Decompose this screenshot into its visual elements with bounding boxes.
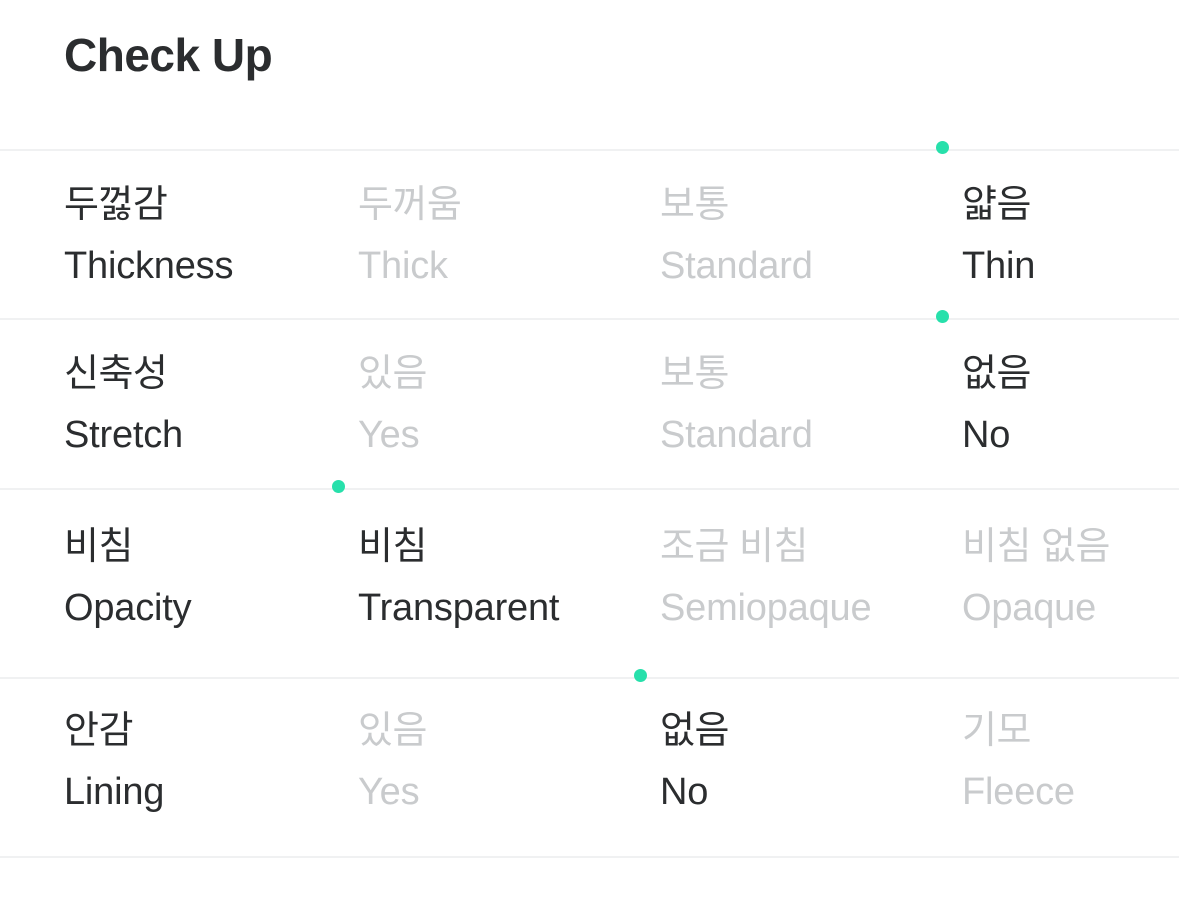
selected-dot-icon bbox=[634, 669, 647, 682]
option-cell[interactable]: 비침 없음 Opaque bbox=[962, 490, 1110, 627]
option-label-ko: 있음 bbox=[358, 353, 427, 395]
option-label-en: Semiopaque bbox=[660, 587, 872, 629]
option-label-en: No bbox=[660, 771, 709, 813]
option-label-ko: 비침 bbox=[358, 526, 427, 568]
option-cell[interactable]: 조금 비침 Semiopaque bbox=[660, 490, 872, 629]
table-row: 두껋감 Thickness 두꺼움 Thick 보통 Standard 얇음 T… bbox=[0, 141, 1179, 320]
check-up-table: 두껋감 Thickness 두꺼움 Thick 보통 Standard 얇음 T… bbox=[0, 141, 1179, 858]
option-cell[interactable]: 보통 Standard bbox=[660, 320, 813, 454]
selected-dot-icon bbox=[936, 141, 949, 154]
row-label-en: Stretch bbox=[64, 414, 183, 456]
page-title: Check Up bbox=[64, 29, 273, 81]
row-label-ko: 안감 bbox=[64, 710, 133, 752]
row-label-en: Thickness bbox=[64, 245, 234, 287]
option-cell[interactable]: 보통 Standard bbox=[660, 151, 813, 285]
row-label-en: Opacity bbox=[64, 587, 192, 629]
selected-dot-icon bbox=[332, 480, 345, 493]
row-label: 두껋감 Thickness bbox=[64, 151, 233, 285]
option-label-en: Standard bbox=[660, 245, 813, 287]
row-label-ko: 신축성 bbox=[64, 353, 168, 395]
option-label-ko: 보통 bbox=[660, 184, 729, 226]
option-label-ko: 비침 없음 bbox=[962, 526, 1110, 568]
option-label-en: No bbox=[962, 414, 1011, 456]
option-label-ko: 없음 bbox=[962, 353, 1031, 395]
option-cell-selected[interactable]: 얇음 Thin bbox=[936, 141, 1036, 287]
table-row: 안감 Lining 있음 Yes 없음 No 기모 Fleece bbox=[0, 669, 1179, 858]
option-cell-selected[interactable]: 없음 No bbox=[634, 669, 729, 813]
table-row: 비침 Opacity 비침 Transparent 조금 비침 Semiopaq… bbox=[0, 480, 1179, 679]
option-label-en: Standard bbox=[660, 414, 813, 456]
option-cell[interactable]: 기모 Fleece bbox=[962, 679, 1075, 811]
option-label-en: Fleece bbox=[962, 771, 1075, 813]
option-cell[interactable]: 두꺼움 Thick bbox=[358, 151, 462, 287]
row-label-en: Lining bbox=[64, 771, 165, 813]
option-label-en: Yes bbox=[358, 414, 420, 456]
option-cell-selected[interactable]: 없음 No bbox=[936, 310, 1031, 456]
row-label-ko: 두껋감 bbox=[64, 184, 168, 226]
row-label-ko: 비침 bbox=[64, 526, 133, 568]
row-label: 안감 Lining bbox=[64, 679, 164, 811]
row-label: 신축성 Stretch bbox=[64, 320, 183, 454]
option-cell-selected[interactable]: 비침 Transparent bbox=[332, 480, 560, 629]
option-label-ko: 있음 bbox=[358, 710, 427, 752]
option-label-ko: 없음 bbox=[660, 710, 729, 752]
option-cell[interactable]: 있음 Yes bbox=[358, 679, 427, 811]
option-label-ko: 조금 비침 bbox=[660, 526, 808, 568]
selected-dot-icon bbox=[936, 310, 949, 323]
row-label: 비침 Opacity bbox=[64, 490, 192, 629]
option-label-en: Opaque bbox=[962, 587, 1097, 629]
option-label-ko: 얇음 bbox=[962, 184, 1031, 226]
option-cell[interactable]: 있음 Yes bbox=[358, 320, 427, 454]
option-label-en: Thin bbox=[962, 245, 1036, 287]
option-label-ko: 보통 bbox=[660, 353, 729, 395]
check-up-panel: Check Up 두껋감 Thickness 두꺼움 Thick 보통 Stan… bbox=[0, 0, 1179, 903]
table-row: 신축성 Stretch 있음 Yes 보통 Standard 없음 No bbox=[0, 310, 1179, 490]
option-label-ko: 기모 bbox=[962, 710, 1031, 752]
option-label-en: Transparent bbox=[358, 587, 560, 629]
option-label-en: Thick bbox=[358, 245, 448, 287]
option-label-en: Yes bbox=[358, 771, 420, 813]
option-label-ko: 두꺼움 bbox=[358, 184, 462, 226]
